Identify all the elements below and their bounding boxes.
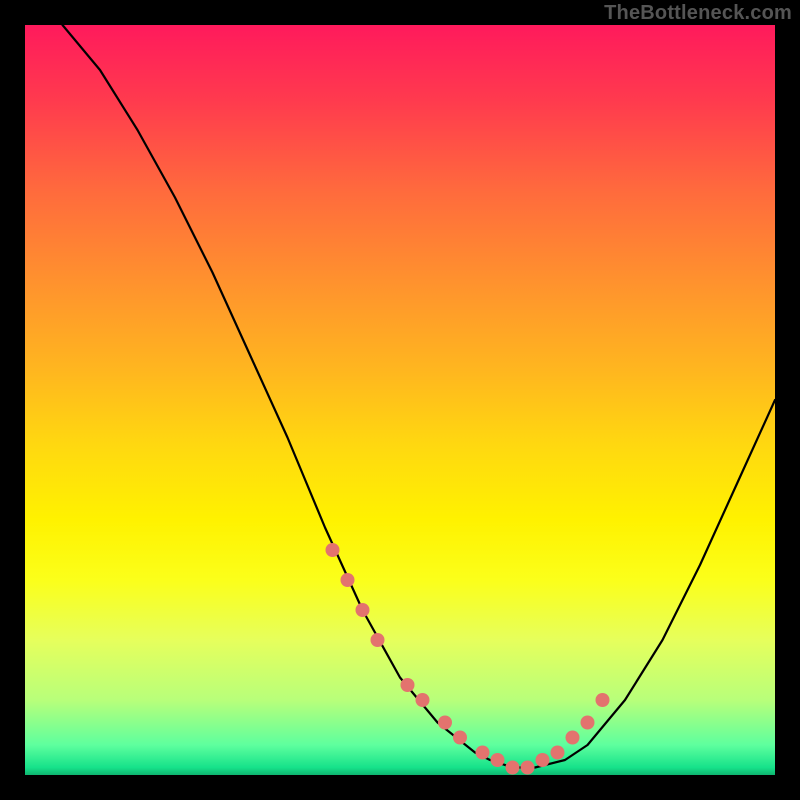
watermark-text: TheBottleneck.com <box>604 2 792 25</box>
highlight-dot <box>438 716 452 730</box>
highlight-dot <box>536 753 550 767</box>
highlight-dot <box>341 573 355 587</box>
highlight-dot <box>551 746 565 760</box>
chart-frame: TheBottleneck.com <box>0 0 800 800</box>
highlight-dot <box>581 716 595 730</box>
highlight-dot <box>401 678 415 692</box>
highlight-dot <box>521 761 535 775</box>
bottleneck-curve <box>63 25 776 768</box>
highlight-dot <box>506 761 520 775</box>
highlight-dot <box>371 633 385 647</box>
plot-area <box>25 25 775 775</box>
highlight-dot <box>476 746 490 760</box>
highlight-dot <box>416 693 430 707</box>
highlight-dot <box>326 543 340 557</box>
highlight-dot <box>453 731 467 745</box>
highlight-dot <box>356 603 370 617</box>
highlight-dot <box>566 731 580 745</box>
highlight-dot <box>596 693 610 707</box>
highlight-dot <box>491 753 505 767</box>
curve-layer <box>25 25 775 775</box>
